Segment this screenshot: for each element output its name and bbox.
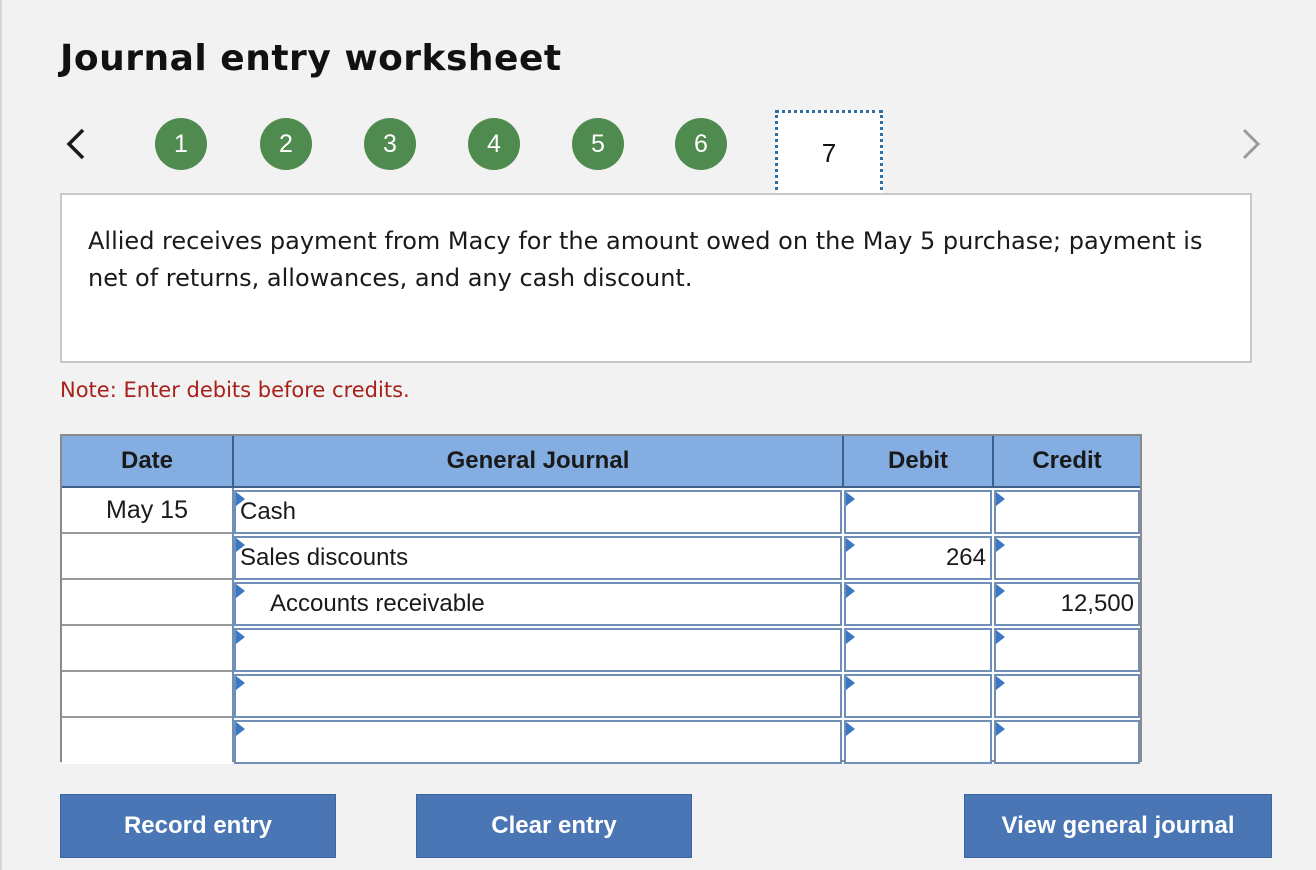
table-row: Sales discounts 264 [62, 534, 1140, 580]
debit-input[interactable] [844, 720, 992, 764]
header-general-journal: General Journal [232, 436, 842, 486]
date-cell[interactable] [62, 718, 232, 764]
table-row [62, 718, 1140, 764]
page-title: Journal entry worksheet [60, 38, 562, 79]
header-debit: Debit [842, 436, 992, 486]
account-input[interactable] [234, 720, 842, 764]
view-general-journal-button[interactable]: View general journal [964, 794, 1272, 858]
account-input[interactable] [234, 674, 842, 718]
credit-input[interactable]: 12,500 [994, 582, 1140, 626]
date-cell[interactable] [62, 626, 232, 672]
general-journal-table: Date General Journal Debit Credit May 15… [60, 434, 1142, 764]
instruction-note: Note: Enter debits before credits. [60, 378, 410, 402]
credit-input[interactable] [994, 674, 1140, 718]
step-1-button[interactable]: 1 [155, 118, 207, 170]
record-entry-button[interactable]: Record entry [60, 794, 336, 858]
credit-input[interactable] [994, 536, 1140, 580]
date-cell[interactable]: May 15 [62, 488, 232, 534]
clear-entry-button[interactable]: Clear entry [416, 794, 692, 858]
debit-input[interactable] [844, 490, 992, 534]
debit-input[interactable] [844, 582, 992, 626]
previous-arrow-icon[interactable] [57, 120, 97, 168]
step-5-button[interactable]: 5 [572, 118, 624, 170]
header-credit: Credit [992, 436, 1140, 486]
next-arrow-icon[interactable] [1230, 120, 1270, 168]
debit-input[interactable] [844, 628, 992, 672]
step-7-current[interactable]: 7 [775, 110, 883, 196]
column-divider [232, 488, 234, 760]
step-3-button[interactable]: 3 [364, 118, 416, 170]
account-input[interactable]: Sales discounts [234, 536, 842, 580]
step-6-button[interactable]: 6 [675, 118, 727, 170]
table-header: Date General Journal Debit Credit [62, 436, 1140, 488]
date-cell[interactable] [62, 580, 232, 626]
step-2-button[interactable]: 2 [260, 118, 312, 170]
transaction-description: Allied receives payment from Macy for th… [60, 193, 1252, 363]
table-row: Accounts receivable 12,500 [62, 580, 1140, 626]
debit-input[interactable] [844, 674, 992, 718]
credit-input[interactable] [994, 490, 1140, 534]
account-input[interactable]: Accounts receivable [234, 582, 842, 626]
table-row [62, 672, 1140, 718]
step-4-button[interactable]: 4 [468, 118, 520, 170]
credit-input[interactable] [994, 628, 1140, 672]
header-date: Date [120, 447, 174, 474]
debit-input[interactable]: 264 [844, 536, 992, 580]
account-input[interactable] [234, 628, 842, 672]
date-cell[interactable] [62, 534, 232, 580]
credit-input[interactable] [994, 720, 1140, 764]
date-cell[interactable] [62, 672, 232, 718]
account-input[interactable]: Cash [234, 490, 842, 534]
table-row [62, 626, 1140, 672]
table-row: May 15 Cash [62, 488, 1140, 534]
